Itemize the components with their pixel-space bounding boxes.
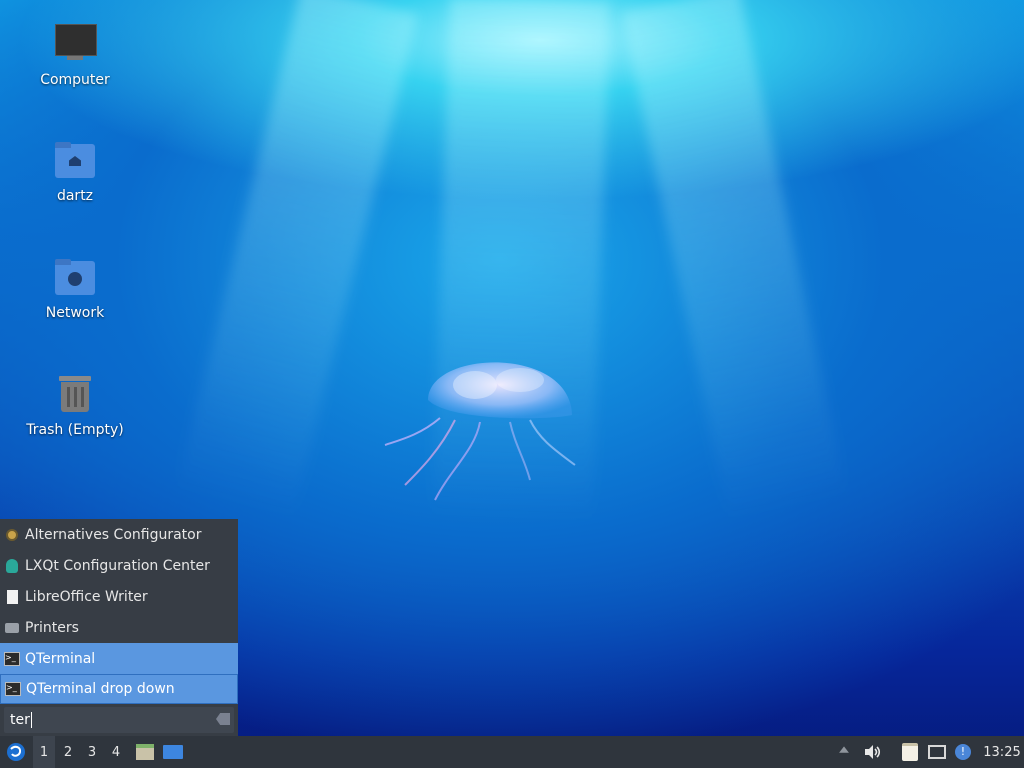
clear-search-icon[interactable] — [216, 713, 230, 725]
taskbar: 1 2 3 4 ! 13:25 — [0, 736, 1024, 768]
network-status-button[interactable] — [926, 736, 948, 768]
desktop-icon-computer[interactable]: Computer — [25, 22, 125, 88]
clipboard-icon — [902, 743, 918, 761]
printer-icon — [4, 620, 20, 636]
clock-label: 13:25 — [983, 744, 1021, 760]
file-manager-launcher[interactable] — [133, 736, 157, 768]
workspace-2[interactable]: 2 — [57, 736, 79, 768]
network-folder-icon — [53, 255, 97, 299]
trash-icon — [53, 372, 97, 416]
jellyfish-wallpaper — [384, 362, 576, 501]
terminal-icon: >_ — [4, 651, 20, 667]
menu-item-libreoffice-writer[interactable]: LibreOffice Writer — [0, 581, 238, 612]
menu-item-qterminal[interactable]: >_ QTerminal — [0, 643, 238, 674]
network-wired-icon — [928, 745, 946, 759]
workspace-label: 4 — [111, 744, 121, 760]
desktop-icon-trash[interactable]: Trash (Empty) — [25, 372, 125, 438]
home-folder-icon — [53, 138, 97, 182]
menu-item-label: LibreOffice Writer — [25, 588, 148, 605]
volume-button[interactable] — [861, 736, 883, 768]
menu-item-printers[interactable]: Printers — [0, 612, 238, 643]
light-ray — [621, 0, 847, 522]
desktop-icon-label: dartz — [56, 188, 94, 204]
menu-item-lxqt-configuration-center[interactable]: LXQt Configuration Center — [0, 550, 238, 581]
desktop-icon — [163, 745, 183, 759]
workspace-1[interactable]: 1 — [33, 736, 55, 768]
menu-item-label: QTerminal — [25, 650, 96, 667]
workspace-label: 2 — [63, 744, 73, 760]
menu-item-label: Alternatives Configurator — [25, 526, 202, 543]
workspace-3[interactable]: 3 — [81, 736, 103, 768]
workspace-label: 1 — [39, 744, 49, 760]
desktop-icon-home[interactable]: dartz — [25, 138, 125, 204]
menu-search-input[interactable]: ter — [4, 707, 234, 733]
computer-icon — [53, 22, 97, 66]
clipboard-button[interactable] — [898, 736, 922, 768]
notification-button[interactable]: ! — [952, 736, 974, 768]
main-menu-button[interactable] — [4, 736, 28, 768]
clock[interactable]: 13:25 — [980, 736, 1024, 768]
file-manager-icon — [136, 744, 154, 760]
menu-item-alternatives-configurator[interactable]: Alternatives Configurator — [0, 519, 238, 550]
desktop-icon-label: Trash (Empty) — [26, 422, 124, 438]
desktop-icon-label: Network — [45, 305, 105, 321]
lxqt-config-icon — [4, 558, 20, 574]
speaker-icon — [865, 745, 881, 759]
terminal-icon: >_ — [5, 681, 21, 697]
menu-item-label: LXQt Configuration Center — [25, 557, 210, 574]
tray-expand-button[interactable] — [834, 736, 854, 768]
workspace-label: 3 — [87, 744, 97, 760]
up-arrow-icon — [839, 746, 849, 753]
lxqt-logo-icon — [7, 743, 25, 761]
application-menu: Alternatives Configurator LXQt Configura… — [0, 519, 238, 736]
desktop-icon-network[interactable]: Network — [25, 255, 125, 321]
gear-icon — [4, 527, 20, 543]
menu-item-label: Printers — [25, 619, 79, 636]
search-text: ter — [10, 712, 32, 728]
desktop-icon-label: Computer — [40, 72, 110, 88]
menu-item-qterminal-drop-down[interactable]: >_ QTerminal drop down — [0, 674, 238, 704]
document-icon — [4, 589, 20, 605]
menu-item-label: QTerminal drop down — [26, 681, 175, 697]
show-desktop-button[interactable] — [161, 736, 185, 768]
notification-icon: ! — [955, 744, 971, 760]
workspace-4[interactable]: 4 — [105, 736, 127, 768]
